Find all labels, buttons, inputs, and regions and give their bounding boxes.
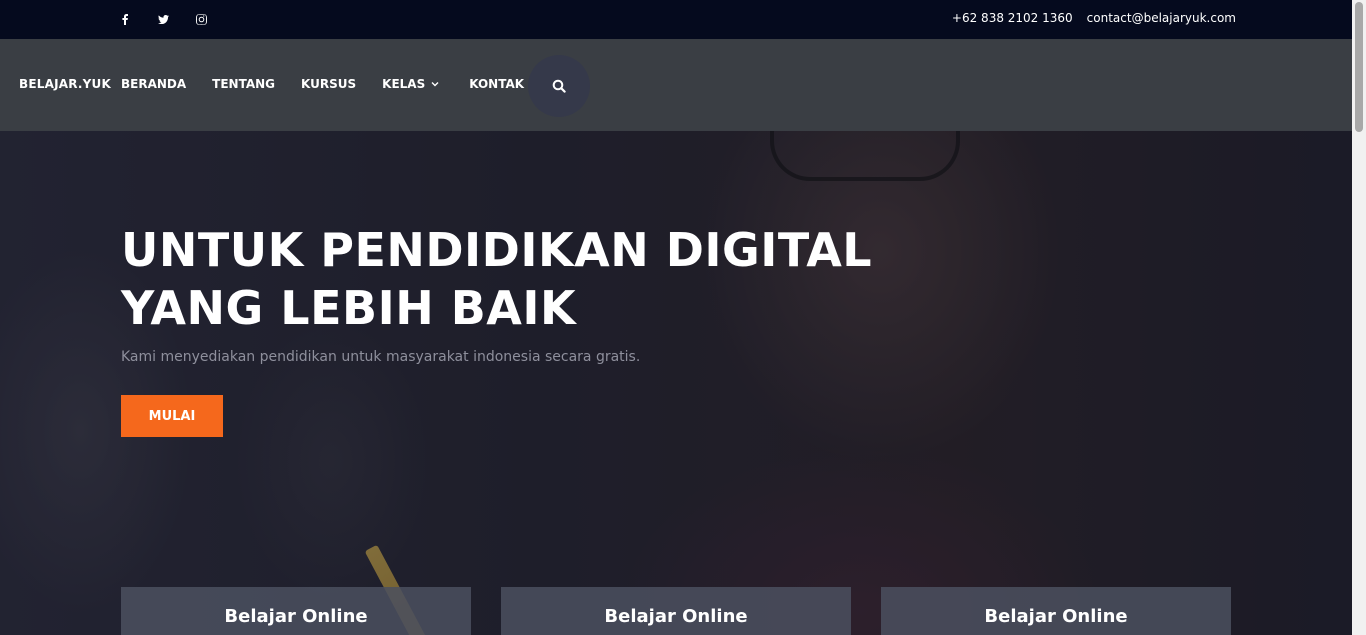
nav-item-beranda[interactable]: BERANDA (121, 77, 186, 91)
nav-item-tentang[interactable]: TENTANG (212, 77, 275, 91)
instagram-icon[interactable] (193, 11, 209, 27)
phone-number[interactable]: +62 838 2102 1360 (952, 11, 1073, 25)
page-scrollbar[interactable] (1352, 0, 1366, 635)
twitter-icon[interactable] (155, 11, 171, 27)
social-links (117, 11, 209, 27)
brand-logo[interactable]: BELAJAR.YUK (19, 77, 111, 91)
search-icon (552, 79, 566, 93)
main-nav: BELAJAR.YUK BERANDA TENTANG KURSUS KELAS… (0, 39, 1352, 131)
feature-cards: Belajar Online Belajar Online Belajar On… (121, 587, 1231, 635)
hero-overlay (0, 131, 1352, 635)
hero-headline: UNTUK PENDIDIKAN DIGITAL YANG LEBIH BAIK (121, 223, 873, 335)
nav-item-kontak[interactable]: KONTAK (469, 77, 524, 91)
hero-section: UNTUK PENDIDIKAN DIGITAL YANG LEBIH BAIK… (0, 131, 1352, 635)
nav-item-kelas-label: KELAS (382, 77, 426, 91)
contact-info: +62 838 2102 1360 contact@belajaryuk.com (952, 11, 1236, 25)
feature-card[interactable]: Belajar Online (121, 587, 471, 635)
nav-menu: BERANDA TENTANG KURSUS KELAS KONTAK (121, 77, 550, 91)
feature-card[interactable]: Belajar Online (881, 587, 1231, 635)
scrollbar-thumb[interactable] (1355, 2, 1363, 132)
nav-item-kursus[interactable]: KURSUS (301, 77, 356, 91)
facebook-icon[interactable] (117, 11, 133, 27)
nav-item-kelas[interactable]: KELAS (382, 77, 439, 91)
email-address[interactable]: contact@belajaryuk.com (1087, 11, 1236, 25)
feature-card[interactable]: Belajar Online (501, 587, 851, 635)
mulai-button[interactable]: MULAI (121, 395, 223, 437)
search-button[interactable] (528, 55, 590, 117)
hero-subtext: Kami menyediakan pendidikan untuk masyar… (121, 349, 641, 365)
chevron-down-icon (431, 82, 439, 87)
top-bar: +62 838 2102 1360 contact@belajaryuk.com (0, 0, 1352, 39)
